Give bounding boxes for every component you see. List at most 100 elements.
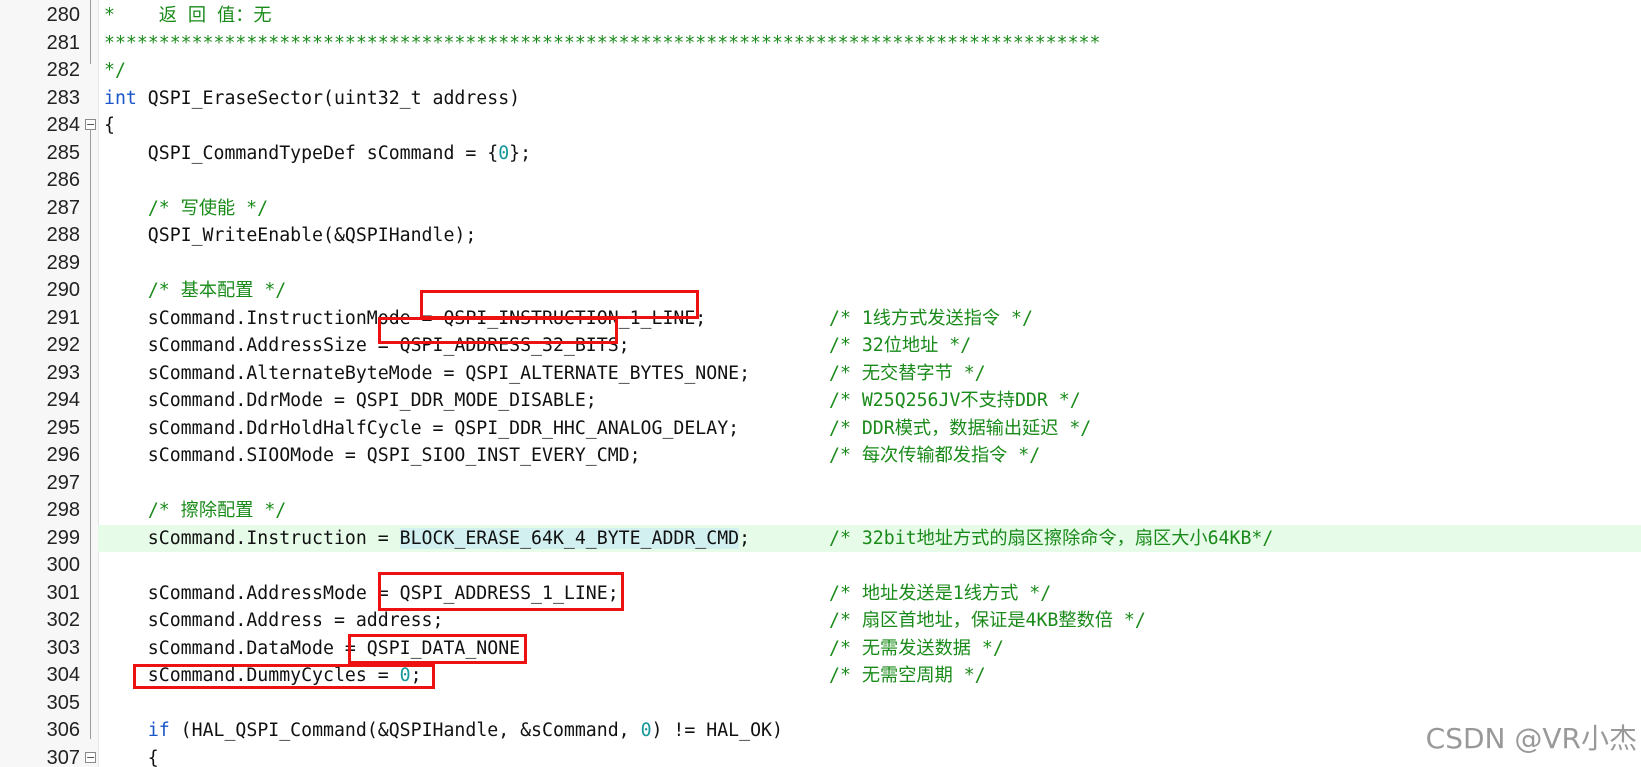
line-number: 284 [46,114,80,136]
code-line[interactable]: 305 [0,690,1641,718]
code-line[interactable]: 285 QSPI_CommandTypeDef sCommand = {0}; [0,140,1641,168]
code-text: /* 擦除配置 */ [104,497,286,525]
inline-comment: /* 无需发送数据 */ [829,637,1004,659]
code-text: { [104,745,159,767]
line-number: 306 [46,719,80,741]
code-line[interactable]: 294 sCommand.DdrMode = QSPI_DDR_MODE_DIS… [0,387,1641,415]
code-token: BLOCK_ERASE_64K_4_BYTE_ADDR_CMD [399,527,740,549]
code-line[interactable]: 291 sCommand.InstructionMode = QSPI_INST… [0,305,1641,333]
line-number: 302 [46,609,80,631]
code-token: sCommand.AlternateByteMode = QSPI_ALTERN… [104,362,751,384]
code-text: sCommand.Instruction = BLOCK_ERASE_64K_4… [104,525,750,553]
line-number: 307 [46,746,80,767]
code-token: * 返 回 值：无 [104,5,272,26]
inline-comment: /* 无需空周期 */ [829,665,986,686]
code-token: QSPI_CommandTypeDef sCommand = { [104,142,499,164]
line-number: 282 [46,59,80,81]
csdn-watermark: CSDN @VR小杰 [1425,722,1637,755]
line-number: 298 [46,499,80,521]
line-number: 293 [46,361,80,384]
code-line[interactable]: 280 * 返 回 值：无 [0,2,1641,30]
code-text: * 返 回 值：无 [104,2,272,30]
code-token: sCommand.SIOOMode = QSPI_SIOO_INST_EVERY… [104,445,641,466]
code-token: sCommand.DdrHoldHalfCycle = QSPI_DDR_HHC… [104,417,740,439]
fold-toggle-icon[interactable]: − [85,119,96,130]
code-line[interactable]: 302 sCommand.Address = address; /* 扇区首地址，… [0,607,1641,635]
line-number: 297 [46,471,80,494]
code-line[interactable]: 298 /* 擦除配置 */ [0,497,1641,525]
code-line[interactable]: 288 QSPI_WriteEnable(&QSPIHandle); [0,222,1641,250]
code-line[interactable]: 289 [0,250,1641,278]
code-text: { [104,112,115,140]
code-text: sCommand.Address = address; [104,607,444,635]
code-text: sCommand.DummyCycles = 0; [104,662,422,690]
code-token: sCommand.Instruction = [104,527,400,549]
code-line[interactable]: 292 sCommand.AddressSize = QSPI_ADDRESS_… [0,332,1641,360]
code-line[interactable]: 297 [0,470,1641,498]
line-number: 304 [46,664,80,686]
code-line[interactable]: 281 *************************************… [0,30,1641,58]
code-token: ) != HAL_OK) [651,720,783,741]
line-number: 295 [46,416,80,439]
code-token: QSPI_WriteEnable(&QSPIHandle); [104,225,477,246]
inline-comment: /* 无交替字节 */ [829,362,986,384]
code-line[interactable]: 299 sCommand.Instruction = BLOCK_ERASE_6… [47,524,1641,553]
inline-comment: /* 32bit地址方式的扇区擦除命令，扇区大小64KB*/ [829,527,1274,549]
code-line[interactable]: 304 sCommand.DummyCycles = 0; /* 无需空周期 */ [0,662,1641,690]
code-token: ****************************************… [104,32,1101,54]
code-token: sCommand.AddressSize = QSPI_ADDRESS_32_B… [104,335,630,356]
code-line[interactable]: 300 [0,552,1641,580]
code-token: sCommand.DummyCycles = [104,665,400,686]
inline-comment: /* 每次传输都发指令 */ [829,445,1041,466]
code-token: { [104,115,115,136]
code-text: int QSPI_EraseSector(uint32_t address) [104,85,520,113]
code-token: sCommand.DataMode = QSPI_DATA_NONE; [104,637,532,659]
code-line[interactable]: 301 sCommand.AddressMode = QSPI_ADDRESS_… [0,580,1641,608]
code-text: sCommand.DdrMode = QSPI_DDR_MODE_DISABLE… [104,387,597,415]
fold-toggle-icon[interactable]: − [85,751,96,763]
inline-comment: /* 地址发送是1线方式 */ [829,582,1052,604]
line-number: 285 [46,141,80,164]
line-number: 286 [46,169,80,191]
inline-comment: /* DDR模式，数据输出延迟 */ [829,417,1092,439]
code-token: sCommand.Address = address; [104,610,444,631]
line-number: 288 [46,224,80,246]
code-line[interactable]: 306 if (HAL_QSPI_Command(&QSPIHandle, &s… [0,717,1641,745]
line-number: 280 [46,4,80,26]
code-token: 0 [640,720,652,741]
code-line[interactable]: 293 sCommand.AlternateByteMode = QSPI_AL… [0,360,1641,388]
code-line[interactable]: 296 sCommand.SIOOMode = QSPI_SIOO_INST_E… [0,442,1641,470]
code-token: ; [739,527,751,549]
code-token: sCommand.DdrMode = QSPI_DDR_MODE_DISABLE… [104,390,597,411]
code-text: sCommand.DataMode = QSPI_DATA_NONE; [104,635,531,663]
inline-comment: /* 扇区首地址，保证是4KB整数倍 */ [829,610,1146,631]
code-line[interactable]: 284−{ [0,112,1641,140]
code-line[interactable]: 282 */ [0,57,1641,85]
code-line[interactable]: 295 sCommand.DdrHoldHalfCycle = QSPI_DDR… [0,415,1641,443]
code-text: sCommand.DdrHoldHalfCycle = QSPI_DDR_HHC… [104,415,739,443]
line-number: 289 [46,251,80,274]
line-number: 281 [46,31,80,54]
code-line[interactable]: 290 /* 基本配置 */ [0,277,1641,305]
code-line[interactable]: 283 int QSPI_EraseSector(uint32_t address… [0,85,1641,113]
code-line[interactable]: 307− { [0,745,1641,767]
code-line[interactable]: 303 sCommand.DataMode = QSPI_DATA_NONE; /… [0,635,1641,663]
code-text: QSPI_CommandTypeDef sCommand = {0}; [104,140,531,168]
code-line[interactable]: 286 [0,167,1641,195]
code-token: int [104,87,137,109]
line-number: 301 [46,581,80,604]
code-token: QSPI_EraseSector(uint32_t address) [136,87,521,109]
code-text: sCommand.SIOOMode = QSPI_SIOO_INST_EVERY… [104,442,641,470]
code-token: sCommand.AddressMode = QSPI_ADDRESS_1_LI… [104,582,619,604]
code-token: (HAL_QSPI_Command(&QSPIHandle, &sCommand… [169,720,641,741]
code-text: sCommand.AddressMode = QSPI_ADDRESS_1_LI… [104,580,619,608]
code-editor[interactable]: 280 * 返 回 值：无 281 *************************… [0,0,1641,767]
code-line[interactable]: 287 /* 写使能 */ [0,195,1641,223]
code-text: */ [104,57,126,85]
code-text: ****************************************… [104,30,1100,58]
code-token: sCommand.InstructionMode = QSPI_INSTRUCT… [104,307,707,329]
code-token: 0 [498,142,510,164]
